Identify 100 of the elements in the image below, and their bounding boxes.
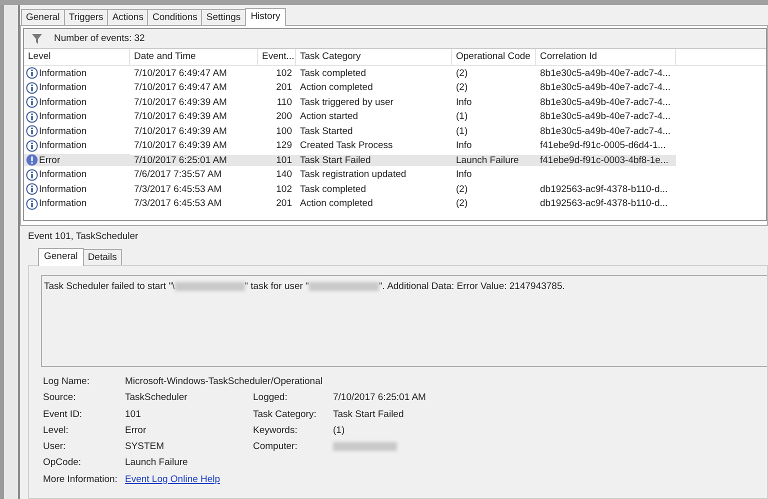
table-cell: Action completed [300, 82, 373, 94]
field-label: Logged: [253, 391, 288, 406]
table-cell: db192563-ac9f-4378-b110-d... [540, 184, 668, 195]
table-cell: 129 [276, 140, 292, 152]
level-text: Information [39, 169, 87, 180]
error-icon [26, 154, 38, 166]
table-cell: 7/10/2017 6:25:01 AM [134, 154, 227, 166]
level-text: Information [39, 68, 87, 79]
info-icon [26, 110, 38, 123]
table-cell: Launch Failure [456, 154, 519, 166]
table-cell: 8b1e30c5-a49b-40e7-adc7-4... [540, 111, 670, 122]
field-value: 101 [125, 408, 142, 422]
field-label: Computer: [253, 440, 298, 454]
table-cell: 100 [276, 126, 292, 137]
field-label: User: [43, 440, 67, 454]
level-text: Information [39, 198, 87, 210]
field-value: 7/10/2017 6:25:01 AM [333, 391, 427, 406]
table-cell: 110 [276, 96, 292, 108]
field-label: More Information: [43, 472, 118, 487]
field-value: Error [125, 424, 148, 438]
table-cell: Task completed [300, 68, 366, 79]
table-cell: 201 [276, 82, 292, 94]
tab[interactable]: Settings [201, 8, 246, 25]
table-cell: (2) [456, 82, 468, 94]
table-cell: f41ebe9d-f91c-0003-4bf8-1e... [540, 154, 668, 166]
field-label: Level: [43, 424, 70, 438]
level-text: Information [39, 111, 87, 122]
table-cell: (2) [456, 198, 468, 210]
table-cell: Action started [300, 111, 358, 122]
table-cell: Info [456, 169, 472, 180]
table-cell: Created Task Process [300, 140, 393, 152]
table-cell: Task Started [300, 126, 353, 137]
table-cell: db192563-ac9f-4378-b110-d... [540, 198, 668, 210]
table-cell: 7/10/2017 6:49:47 AM [134, 82, 227, 94]
tab[interactable]: History [244, 8, 286, 26]
table-cell: Task triggered by user [300, 96, 394, 108]
table-cell: 102 [276, 68, 292, 79]
table-cell: 7/10/2017 6:49:39 AM [134, 140, 227, 152]
event-message: Task Scheduler failed to start "\ " task for user " ". Additional Data: Error Value: 2147943785. [41, 275, 767, 367]
info-icon [26, 183, 38, 196]
level-text: Information [39, 96, 87, 108]
info-icon [26, 96, 38, 108]
tab[interactable]: General [38, 248, 84, 266]
column-header[interactable]: Correlation Id [536, 49, 676, 65]
level-text: Information [39, 184, 87, 195]
table-cell: 7/10/2017 6:49:39 AM [134, 111, 227, 122]
table-cell: 7/10/2017 6:49:39 AM [134, 96, 227, 108]
tab[interactable]: Triggers [64, 8, 108, 25]
table-cell: 8b1e30c5-a49b-40e7-adc7-4... [540, 68, 670, 79]
table-cell: 7/10/2017 6:49:47 AM [134, 68, 227, 79]
table-cell: 7/3/2017 6:45:53 AM [134, 184, 222, 195]
tab[interactable]: General [21, 8, 65, 25]
event-title: Event 101, TaskScheduler [27, 230, 140, 244]
table-cell: (2) [456, 68, 468, 79]
info-icon [26, 198, 38, 210]
level-text: Information [39, 82, 87, 94]
field-label: Log Name: [43, 375, 90, 389]
level-text: Information [39, 126, 87, 137]
field-value: (1) [333, 424, 346, 438]
table-cell: 7/6/2017 7:35:57 AM [134, 169, 222, 180]
column-header[interactable]: Date and Time [130, 49, 258, 65]
column-header[interactable]: Level [24, 49, 130, 65]
table-cell: Info [456, 140, 472, 152]
table-cell: Task Start Failed [300, 154, 371, 166]
field-label: Keywords: [253, 424, 298, 438]
column-header[interactable]: Operational Code [452, 49, 536, 65]
column-header[interactable]: Event... [258, 49, 296, 65]
table-cell: 140 [276, 169, 292, 180]
level-text: Information [39, 140, 87, 152]
filter-icon [32, 34, 42, 44]
table-cell: 7/10/2017 6:49:39 AM [134, 126, 227, 137]
info-icon [26, 140, 38, 152]
table-cell: Info [456, 96, 472, 108]
field-value: Microsoft-Windows-TaskScheduler/Operational [125, 375, 324, 389]
field-label: Task Category: [253, 408, 318, 422]
table-cell: 200 [276, 111, 292, 122]
info-icon [26, 82, 38, 94]
field-label: Source: [43, 391, 77, 406]
table-cell: 102 [276, 184, 292, 195]
info-icon [26, 125, 38, 138]
help-link[interactable]: Event Log Online Help [125, 474, 220, 485]
table-cell: (2) [456, 184, 468, 195]
column-header[interactable]: Task Category [296, 49, 452, 65]
table-cell: (1) [456, 111, 468, 122]
table-cell: Task registration updated [300, 169, 406, 180]
field-value: Task Start Failed [333, 408, 405, 422]
info-icon [26, 168, 38, 181]
table-cell: 8b1e30c5-a49b-40e7-adc7-4... [540, 82, 670, 94]
table-cell: 7/3/2017 6:45:53 AM [134, 198, 222, 210]
table-cell: 201 [276, 198, 292, 210]
event-count: Number of events: 32 [54, 32, 145, 44]
field-value: SYSTEM [125, 440, 166, 454]
field-label: Event ID: [43, 408, 84, 422]
table-cell: 8b1e30c5-a49b-40e7-adc7-4... [540, 96, 670, 108]
field-label: OpCode: [43, 456, 82, 470]
field-value: Launch Failure [125, 456, 189, 470]
table-cell: f41ebe9d-f91c-0005-d6d4-1... [540, 140, 666, 152]
tab[interactable]: Details [82, 248, 122, 265]
table-cell: Action completed [300, 198, 373, 210]
field-value: TaskScheduler [125, 391, 188, 406]
